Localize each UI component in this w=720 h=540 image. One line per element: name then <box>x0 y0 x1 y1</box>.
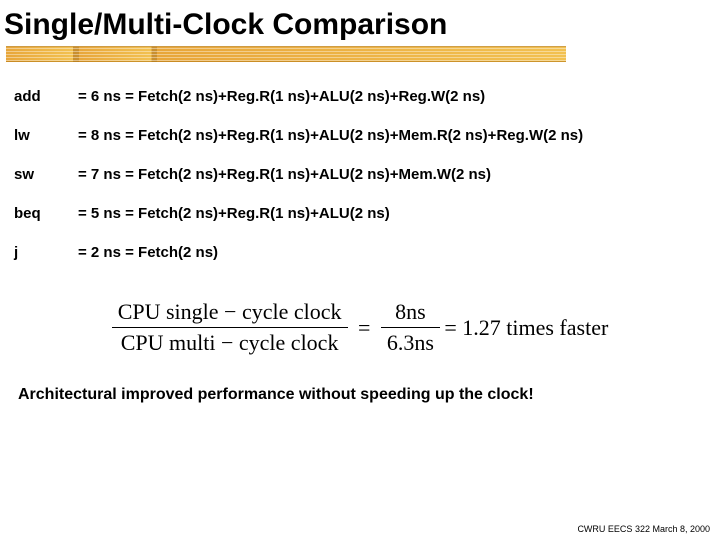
instruction-row: j = 2 ns = Fetch(2 ns) <box>14 244 712 261</box>
instruction-name: add <box>14 88 78 105</box>
title-underline-wrap <box>0 46 720 70</box>
instruction-row: lw = 8 ns = Fetch(2 ns)+Reg.R(1 ns)+ALU(… <box>14 127 712 144</box>
instruction-formula: = 2 ns = Fetch(2 ns) <box>78 244 218 261</box>
equation-result: = 1.27 times faster <box>444 315 608 341</box>
instruction-formula: = 7 ns = Fetch(2 ns)+Reg.R(1 ns)+ALU(2 n… <box>78 166 491 183</box>
fraction-numerator: 8ns <box>381 297 440 327</box>
instruction-name: lw <box>14 127 78 144</box>
instruction-list: add = 6 ns = Fetch(2 ns)+Reg.R(1 ns)+ALU… <box>0 70 720 287</box>
fraction-denominator: CPU multi − cycle clock <box>112 328 348 358</box>
equation: CPU single − cycle clock CPU multi − cyc… <box>0 297 720 358</box>
fraction-left: CPU single − cycle clock CPU multi − cyc… <box>112 297 348 358</box>
instruction-formula: = 5 ns = Fetch(2 ns)+Reg.R(1 ns)+ALU(2 n… <box>78 205 390 222</box>
instruction-name: j <box>14 244 78 261</box>
instruction-formula: = 6 ns = Fetch(2 ns)+Reg.R(1 ns)+ALU(2 n… <box>78 88 485 105</box>
equals-sign: = <box>352 315 376 341</box>
title-underline <box>6 46 566 62</box>
instruction-row: add = 6 ns = Fetch(2 ns)+Reg.R(1 ns)+ALU… <box>14 88 712 105</box>
instruction-formula: = 8 ns = Fetch(2 ns)+Reg.R(1 ns)+ALU(2 n… <box>78 127 583 144</box>
instruction-row: beq = 5 ns = Fetch(2 ns)+Reg.R(1 ns)+ALU… <box>14 205 712 222</box>
conclusion-text: Architectural improved performance witho… <box>0 386 720 404</box>
instruction-row: sw = 7 ns = Fetch(2 ns)+Reg.R(1 ns)+ALU(… <box>14 166 712 183</box>
instruction-name: beq <box>14 205 78 222</box>
slide-title: Single/Multi-Clock Comparison <box>0 0 720 46</box>
fraction-right: 8ns 6.3ns <box>381 297 440 358</box>
slide-footer: CWRU EECS 322 March 8, 2000 <box>577 524 710 534</box>
instruction-name: sw <box>14 166 78 183</box>
fraction-denominator: 6.3ns <box>381 328 440 358</box>
fraction-numerator: CPU single − cycle clock <box>112 297 348 327</box>
